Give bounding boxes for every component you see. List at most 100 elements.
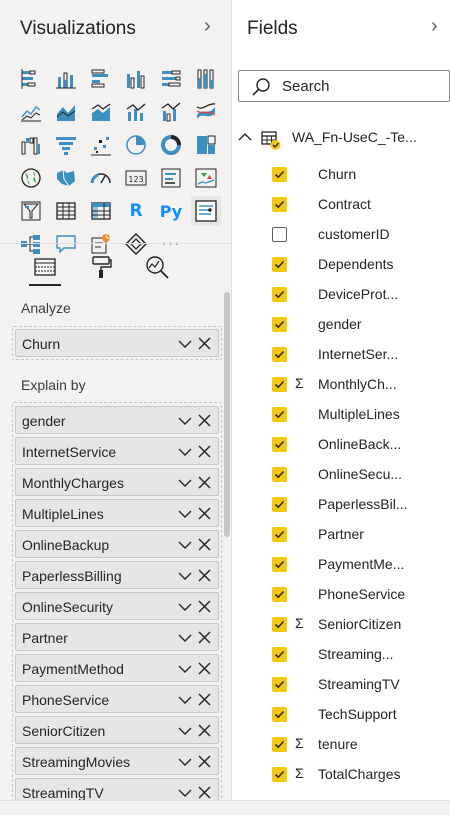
close-icon[interactable] (198, 507, 211, 520)
field-item[interactable]: Σ SeniorCitizen (232, 613, 450, 637)
100-stacked-bar-chart-icon[interactable] (156, 64, 186, 94)
fields-tab-icon[interactable] (30, 252, 60, 282)
line-and-stacked-column-chart-icon[interactable] (121, 97, 151, 127)
search-box[interactable] (238, 70, 450, 102)
field-item[interactable]: Σ MonthlyCh... (232, 373, 450, 397)
close-icon[interactable] (198, 693, 211, 706)
checkbox-checked[interactable] (272, 437, 287, 452)
field-item[interactable]: DeviceProt... (232, 283, 450, 307)
explain-by-field-pill[interactable]: MultipleLines (15, 499, 219, 527)
chevron-down-icon[interactable] (178, 601, 192, 613)
checkbox-checked[interactable] (272, 767, 287, 782)
field-item[interactable]: OnlineBack... (232, 433, 450, 457)
field-item[interactable]: StreamingTV (232, 673, 450, 697)
checkbox-checked[interactable] (272, 647, 287, 662)
checkbox-checked[interactable] (272, 707, 287, 722)
close-icon[interactable] (198, 414, 211, 427)
explain-by-field-pill[interactable]: PaperlessBilling (15, 561, 219, 589)
close-icon[interactable] (198, 662, 211, 675)
explain-by-field-pill[interactable]: PaymentMethod (15, 654, 219, 682)
close-icon[interactable] (198, 724, 211, 737)
stacked-bar-chart-icon[interactable] (16, 64, 46, 94)
explain-by-field-pill[interactable]: OnlineBackup (15, 530, 219, 558)
key-influencers-icon[interactable] (191, 196, 221, 226)
field-item[interactable]: Dependents (232, 253, 450, 277)
donut-chart-icon[interactable] (156, 130, 186, 160)
checkbox-checked[interactable] (272, 257, 287, 272)
format-tab-icon[interactable] (86, 252, 116, 282)
field-item[interactable]: TechSupport (232, 703, 450, 727)
explain-by-well[interactable]: gender InternetService MonthlyCharges Multi… (12, 402, 222, 812)
map-icon[interactable] (16, 163, 46, 193)
close-icon[interactable] (198, 755, 211, 768)
checkbox-checked[interactable] (272, 347, 287, 362)
area-chart-icon[interactable] (51, 97, 81, 127)
filled-map-icon[interactable] (51, 163, 81, 193)
chevron-down-icon[interactable] (178, 446, 192, 458)
explain-by-field-pill[interactable]: InternetService (15, 437, 219, 465)
waterfall-chart-icon[interactable] (16, 130, 46, 160)
field-item[interactable]: PaperlessBil... (232, 493, 450, 517)
field-item[interactable]: Σ TotalCharges (232, 763, 450, 787)
r-visual-icon[interactable]: R (121, 196, 151, 226)
chevron-down-icon[interactable] (178, 725, 192, 737)
field-item[interactable]: Contract (232, 193, 450, 217)
funnel-chart-icon[interactable] (51, 130, 81, 160)
ribbon-chart-icon[interactable] (191, 97, 221, 127)
checkbox-unchecked[interactable] (272, 227, 287, 242)
close-icon[interactable] (198, 631, 211, 644)
line-and-clustered-column-chart-icon[interactable] (156, 97, 186, 127)
stacked-area-chart-icon[interactable] (86, 97, 116, 127)
close-icon[interactable] (198, 538, 211, 551)
close-icon[interactable] (198, 786, 211, 799)
chevron-down-icon[interactable] (178, 338, 192, 350)
explain-by-field-pill[interactable]: OnlineSecurity (15, 592, 219, 620)
chevron-up-icon[interactable] (238, 131, 252, 143)
scrollbar-thumb[interactable] (224, 292, 230, 537)
field-item[interactable]: PhoneService (232, 583, 450, 607)
chevron-down-icon[interactable] (178, 415, 192, 427)
chevron-down-icon[interactable] (178, 508, 192, 520)
card-icon[interactable]: 123 (121, 163, 151, 193)
checkbox-checked[interactable] (272, 587, 287, 602)
analyze-field-pill[interactable]: Churn (15, 329, 219, 357)
field-item[interactable]: MultipleLines (232, 403, 450, 427)
search-input[interactable] (282, 76, 442, 96)
checkbox-checked[interactable] (272, 377, 287, 392)
close-icon[interactable] (198, 445, 211, 458)
field-item[interactable]: gender (232, 313, 450, 337)
chevron-down-icon[interactable] (178, 477, 192, 489)
close-icon[interactable] (198, 600, 211, 613)
clustered-bar-chart-icon[interactable] (86, 64, 116, 94)
scatter-chart-icon[interactable] (86, 130, 116, 160)
chevron-down-icon[interactable] (178, 570, 192, 582)
checkbox-checked[interactable] (272, 197, 287, 212)
checkbox-checked[interactable] (272, 557, 287, 572)
collapse-fields-chevron-icon[interactable]: › (431, 16, 438, 36)
stacked-column-chart-icon[interactable] (51, 64, 81, 94)
explain-by-field-pill[interactable]: Partner (15, 623, 219, 651)
checkbox-checked[interactable] (272, 617, 287, 632)
analytics-tab-icon[interactable] (142, 252, 172, 282)
explain-by-field-pill[interactable]: PhoneService (15, 685, 219, 713)
checkbox-checked[interactable] (272, 467, 287, 482)
chevron-down-icon[interactable] (178, 539, 192, 551)
explain-by-field-pill[interactable]: MonthlyCharges (15, 468, 219, 496)
analyze-well[interactable]: Churn (12, 326, 222, 360)
field-item[interactable]: Σtenure (232, 733, 450, 757)
chevron-down-icon[interactable] (178, 787, 192, 799)
python-visual-icon[interactable]: Py (156, 196, 186, 226)
close-icon[interactable] (198, 476, 211, 489)
checkbox-checked[interactable] (272, 167, 287, 182)
chevron-down-icon[interactable] (178, 694, 192, 706)
field-item[interactable]: Streaming... (232, 643, 450, 667)
treemap-icon[interactable] (191, 130, 221, 160)
close-icon[interactable] (198, 337, 211, 350)
close-icon[interactable] (198, 569, 211, 582)
slicer-icon[interactable] (16, 196, 46, 226)
explain-by-field-pill[interactable]: SeniorCitizen (15, 716, 219, 744)
pie-chart-icon[interactable] (121, 130, 151, 160)
table-icon[interactable] (51, 196, 81, 226)
clustered-column-chart-icon[interactable] (121, 64, 151, 94)
checkbox-checked[interactable] (272, 677, 287, 692)
